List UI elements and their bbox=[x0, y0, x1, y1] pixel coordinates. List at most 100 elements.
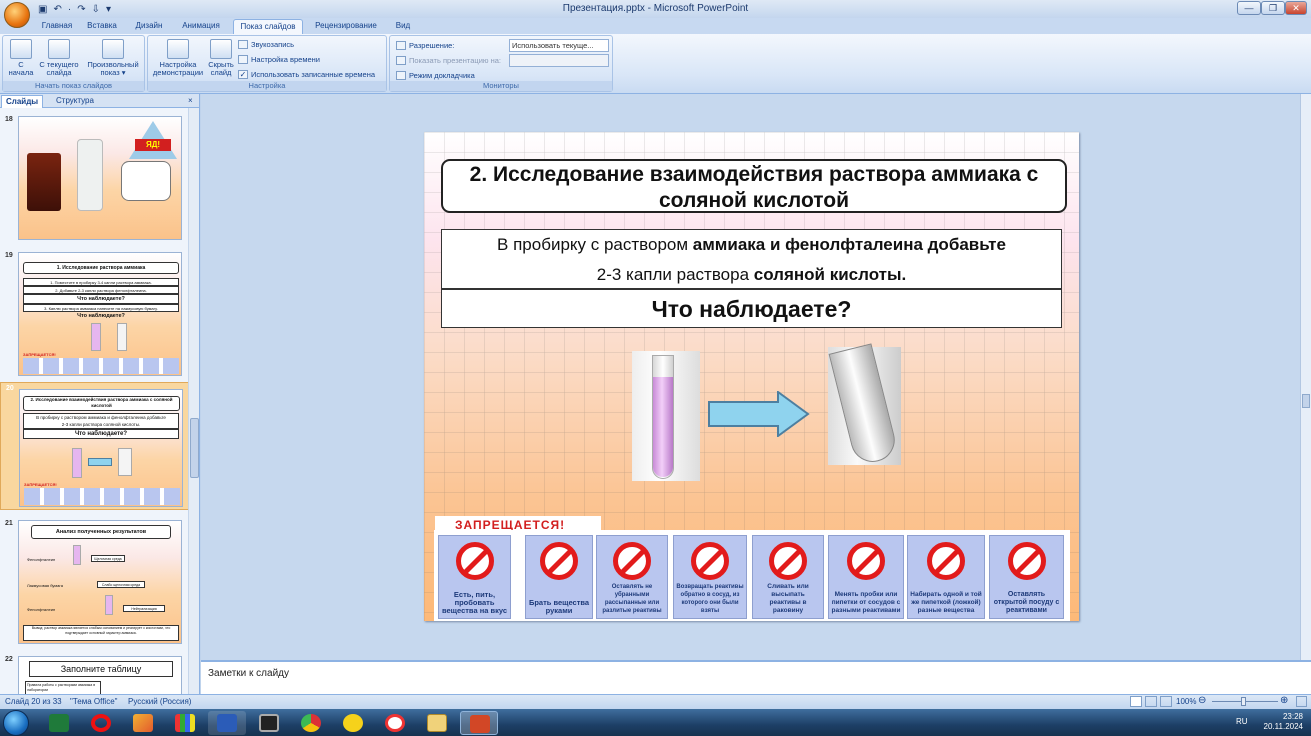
thumb-text: Лакмусовая бумага bbox=[27, 583, 63, 588]
show-on-dropdown[interactable] bbox=[509, 54, 609, 67]
prohibition-signs-strip bbox=[24, 488, 180, 505]
language-status[interactable]: Русский (Россия) bbox=[128, 697, 191, 706]
thumb-text: Нейтрализация bbox=[123, 605, 165, 612]
yandex-app[interactable] bbox=[376, 711, 414, 735]
task-line-2: 2-3 капли раствора соляной кислоты. bbox=[442, 260, 1061, 290]
question-text[interactable]: Что наблюдаете? bbox=[441, 289, 1062, 328]
slide-number: 19 bbox=[5, 252, 13, 259]
media-app[interactable] bbox=[250, 711, 288, 735]
task-text[interactable]: В пробирку с раствором аммиака и фенолфт… bbox=[441, 229, 1062, 289]
tiles-app[interactable] bbox=[166, 711, 204, 735]
panel-tabs: Слайды Структура × bbox=[0, 94, 199, 108]
monitor-icon bbox=[396, 41, 406, 50]
test-tube-pink-image[interactable] bbox=[632, 351, 700, 481]
zoom-level[interactable]: 100% bbox=[1176, 697, 1196, 706]
test-tube-icon bbox=[118, 448, 132, 476]
opera-app[interactable] bbox=[82, 711, 120, 735]
slideshow-start-icon bbox=[10, 39, 32, 59]
start-button[interactable] bbox=[3, 710, 29, 736]
tab-review[interactable]: Рецензирование bbox=[308, 19, 384, 34]
slide-thumb-22[interactable]: 22 Заполните таблицу Правила работы с ра… bbox=[0, 654, 199, 694]
chemist-figure-icon bbox=[121, 161, 171, 201]
thumb-title: 1. Исследование раствора аммиака bbox=[23, 262, 179, 274]
pink-solution bbox=[653, 377, 673, 477]
close-button[interactable]: ✕ bbox=[1285, 1, 1307, 15]
ribbon-tabs: Главная Вставка Дизайн Анимация Показ сл… bbox=[0, 18, 1311, 34]
slide-thumb-20-selected[interactable]: 20 2. Исследование взаимодействия раство… bbox=[0, 382, 199, 510]
excel-app[interactable] bbox=[40, 711, 78, 735]
no-open-container-icon bbox=[1007, 542, 1046, 580]
zoom-in-icon[interactable]: ⊕ bbox=[1280, 695, 1288, 706]
sign-text: Брать вещества руками bbox=[528, 598, 590, 615]
slide-thumb-21[interactable]: 21 Анализ полученных результатов Фенолфт… bbox=[0, 518, 199, 646]
right-arrow-icon[interactable] bbox=[708, 391, 810, 437]
clock[interactable]: 23:28 20.11.2024 bbox=[1264, 712, 1303, 732]
editor-scrollbar[interactable] bbox=[1300, 94, 1311, 660]
sorter-view-icon[interactable] bbox=[1145, 696, 1157, 707]
word-icon bbox=[217, 714, 237, 732]
slide-title[interactable]: 2. Исследование взаимодействия раствора … bbox=[441, 159, 1067, 213]
thumb-warning: ЗАПРЕЩАЕТСЯ! bbox=[23, 352, 56, 357]
use-timings-checkbox[interactable]: ✓ Использовать записанные времена bbox=[238, 70, 375, 79]
theme-name[interactable]: "Тема Office" bbox=[70, 697, 118, 706]
explorer-app[interactable] bbox=[418, 711, 456, 735]
slide-thumb-18[interactable]: 18 ЯД! bbox=[0, 114, 199, 242]
slideshow-view-icon[interactable] bbox=[1160, 696, 1172, 707]
tab-outline[interactable]: Структура bbox=[52, 95, 98, 108]
language-indicator[interactable]: RU bbox=[1236, 717, 1248, 727]
tab-view[interactable]: Вид bbox=[390, 19, 416, 34]
tab-slideshow[interactable]: Показ слайдов bbox=[233, 19, 303, 34]
fit-window-icon[interactable] bbox=[1296, 696, 1307, 707]
tab-insert[interactable]: Вставка bbox=[82, 19, 122, 34]
chrome-app[interactable] bbox=[292, 711, 330, 735]
resolution-label: Разрешение: bbox=[396, 41, 454, 50]
tab-animation[interactable]: Анимация bbox=[176, 19, 226, 34]
custom-show-button[interactable]: Произвольный показ ▾ bbox=[83, 39, 143, 77]
office-button[interactable] bbox=[4, 2, 30, 28]
task-text-plain: 2-3 капли раствора bbox=[596, 265, 754, 284]
normal-view-icon[interactable] bbox=[1130, 696, 1142, 707]
thumb-image: 2. Исследование взаимодействия раствора … bbox=[19, 389, 183, 507]
setup-show-button[interactable]: Настройка демонстрации bbox=[150, 39, 206, 77]
hide-slide-button[interactable]: Скрыть слайд bbox=[206, 39, 236, 77]
thumb-text: Что наблюдаете? bbox=[77, 313, 125, 319]
maximize-button[interactable]: ❐ bbox=[1261, 1, 1285, 15]
sign-no-open-dishes: Оставлять открытой посуду с реактивами bbox=[989, 535, 1064, 619]
record-narration-button[interactable]: Звукозапись bbox=[238, 40, 294, 49]
scroll-thumb[interactable] bbox=[1302, 394, 1310, 408]
thumb-warning: ЗАПРЕЩАЕТСЯ! bbox=[24, 482, 57, 487]
panel-scrollbar[interactable] bbox=[188, 108, 199, 694]
slide-counter: Слайд 20 из 33 bbox=[5, 697, 62, 706]
paint-app[interactable] bbox=[124, 711, 162, 735]
powerpoint-app[interactable] bbox=[460, 711, 498, 735]
prohibition-signs: Есть, пить, пробовать вещества на вкус Б… bbox=[434, 530, 1070, 621]
scroll-thumb[interactable] bbox=[190, 418, 199, 478]
notes-pane[interactable] bbox=[201, 660, 1311, 694]
group-label: Начать показ слайдов bbox=[3, 81, 144, 91]
sign-no-spills: Оставлять не убранными рассыпанные или р… bbox=[596, 535, 668, 619]
from-start-button[interactable]: С начала bbox=[6, 39, 36, 77]
from-current-button[interactable]: С текущего слайда bbox=[37, 39, 81, 77]
checkbox-icon bbox=[396, 71, 406, 80]
close-panel-icon[interactable]: × bbox=[184, 95, 197, 108]
no-sink-icon bbox=[769, 542, 807, 580]
tab-design[interactable]: Дизайн bbox=[130, 19, 168, 34]
zoom-out-icon[interactable]: ⊖ bbox=[1198, 695, 1206, 706]
resolution-dropdown[interactable]: Использовать текуще... bbox=[509, 39, 609, 52]
tab-slides[interactable]: Слайды bbox=[1, 95, 44, 108]
slide-thumb-19[interactable]: 19 1. Исследование раствора аммиака 1. П… bbox=[0, 250, 199, 378]
zoom-slider-thumb[interactable] bbox=[1241, 697, 1246, 706]
notes-placeholder[interactable]: Заметки к слайду bbox=[208, 668, 289, 679]
group-start-show: С начала С текущего слайда Произвольный … bbox=[2, 35, 145, 92]
tab-home[interactable]: Главная bbox=[38, 19, 76, 34]
presenter-view-checkbox[interactable]: Режим докладчика bbox=[396, 71, 475, 80]
minimize-button[interactable]: — bbox=[1237, 1, 1261, 15]
test-tube-clear-image[interactable] bbox=[828, 343, 901, 467]
rehearse-timings-button[interactable]: Настройка времени bbox=[238, 55, 320, 64]
prohibition-signs-strip bbox=[23, 358, 179, 374]
thumb-text: 2. Добавьте 2-3 капли раствора фенолфтал… bbox=[23, 286, 179, 294]
word-app[interactable] bbox=[208, 711, 246, 735]
poison-badge: ЯД! bbox=[135, 139, 171, 151]
slide-number: 21 bbox=[5, 520, 13, 527]
smiley-app[interactable] bbox=[334, 711, 372, 735]
